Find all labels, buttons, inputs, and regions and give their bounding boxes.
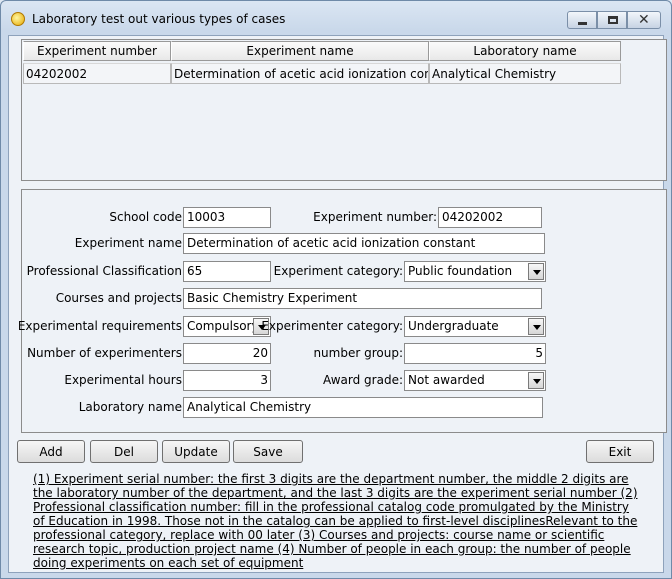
number-of-experimenters-label: Number of experimenters: (27, 346, 186, 360)
experiment-form: School code: 10003 Experiment number: 04… (17, 189, 667, 433)
experimenter-category-select[interactable]: Undergraduate (404, 316, 546, 337)
experiment-number-field[interactable]: 04202002 (438, 207, 542, 228)
window-title: Laboratory test out various types of cas… (32, 12, 286, 26)
minimize-button[interactable] (567, 11, 597, 29)
close-button[interactable]: ✕ (627, 11, 661, 29)
number-group-label: number group: (313, 346, 403, 360)
title-bar[interactable]: Laboratory test out various types of cas… (1, 1, 671, 37)
experimenter-category-label: Experimenter category: (261, 319, 403, 333)
award-grade-value: Not awarded (408, 373, 485, 387)
experiments-table: Experiment number Experiment name Labora… (21, 39, 667, 181)
award-grade-select[interactable]: Not awarded (404, 370, 546, 391)
experiment-category-label: Experiment category: (273, 264, 403, 278)
experiment-category-select[interactable]: Public foundation (404, 261, 546, 282)
main-window: Laboratory test out various types of cas… (0, 0, 672, 579)
delete-button[interactable]: Del (90, 440, 158, 463)
save-button[interactable]: Save (233, 440, 303, 463)
school-code-label: School code: (109, 210, 186, 224)
client-area: Experiment number Experiment name Labora… (8, 35, 667, 573)
professional-classification-field[interactable]: 65 (183, 261, 271, 282)
experiment-category-value: Public foundation (408, 264, 513, 278)
laboratory-name-label: Laboratory name: (78, 400, 186, 414)
instructions-text: (1) Experiment serial number: the first … (33, 472, 638, 570)
award-grade-label: Award grade: (323, 373, 403, 387)
close-icon: ✕ (638, 12, 650, 28)
school-code-field[interactable]: 10003 (183, 207, 271, 228)
professional-classification-label: Professional Classification: (26, 264, 186, 278)
experimental-hours-label: Experimental hours: (64, 373, 186, 387)
maximize-button[interactable] (597, 11, 627, 29)
number-group-field[interactable]: 5 (404, 343, 546, 364)
column-header-experiment-number[interactable]: Experiment number (23, 41, 171, 61)
exit-button[interactable]: Exit (586, 440, 654, 463)
experimental-hours-field[interactable]: 3 (183, 370, 271, 391)
table-header: Experiment number Experiment name Labora… (23, 41, 621, 61)
maximize-icon (608, 16, 618, 24)
experimenter-category-value: Undergraduate (408, 319, 499, 333)
chevron-down-icon[interactable] (528, 372, 544, 389)
chevron-down-icon[interactable] (528, 263, 544, 280)
app-icon (11, 12, 25, 26)
update-button[interactable]: Update (162, 440, 230, 463)
cell-laboratory-name[interactable]: Analytical Chemistry (429, 63, 621, 84)
column-header-laboratory-name[interactable]: Laboratory name (429, 41, 621, 61)
cell-experiment-number[interactable]: 04202002 (23, 63, 171, 84)
chevron-down-icon[interactable] (528, 318, 544, 335)
courses-projects-field[interactable]: Basic Chemistry Experiment (183, 288, 542, 309)
add-button[interactable]: Add (17, 440, 85, 463)
number-of-experimenters-field[interactable]: 20 (183, 343, 271, 364)
experiment-name-field[interactable]: Determination of acetic acid ionization … (183, 233, 545, 254)
laboratory-name-field[interactable]: Analytical Chemistry (183, 397, 543, 418)
minimize-icon (578, 22, 587, 25)
experimental-requirements-value: Compulsory (187, 319, 259, 333)
column-header-experiment-name[interactable]: Experiment name (171, 41, 429, 61)
courses-projects-label: Courses and projects: (55, 291, 186, 305)
table-row[interactable]: 04202002 Determination of acetic acid io… (23, 63, 621, 84)
experiment-name-label: Experiment name: (74, 236, 186, 250)
experiment-number-label: Experiment number: (313, 210, 437, 224)
cell-experiment-name[interactable]: Determination of acetic acid ionization … (171, 63, 429, 84)
experimental-requirements-label: Experimental requirements: (17, 319, 186, 333)
experimental-requirements-select[interactable]: Compulsory (183, 316, 271, 337)
